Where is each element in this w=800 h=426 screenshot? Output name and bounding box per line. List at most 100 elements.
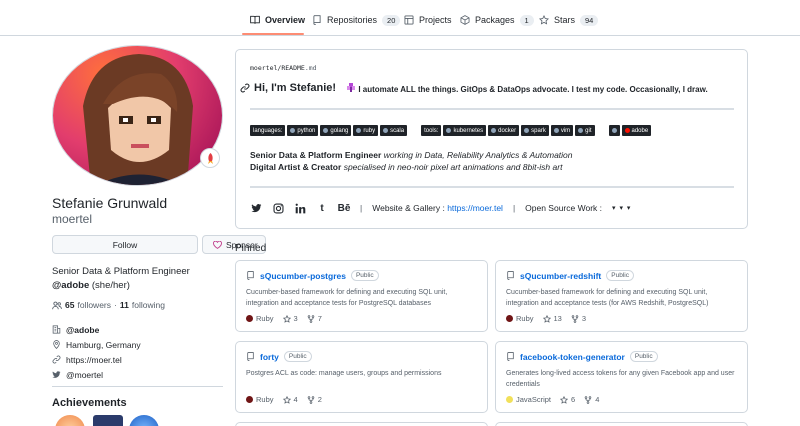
website-item: https://moer.tel bbox=[52, 352, 141, 367]
following-count[interactable]: 11 bbox=[120, 300, 129, 310]
readme-path-user[interactable]: moertel bbox=[250, 64, 277, 72]
repo-description: Cucumber-based framework for defining an… bbox=[246, 289, 448, 307]
forks-link[interactable]: 4 bbox=[584, 395, 599, 404]
tumblr-icon[interactable]: t bbox=[316, 202, 328, 214]
readme-tagline: I automate ALL the things. GitOps & Data… bbox=[358, 85, 708, 94]
tab-stars-label: Stars bbox=[554, 15, 576, 25]
pinned-repo-card[interactable] bbox=[235, 422, 488, 426]
repo-language: Ruby bbox=[516, 314, 534, 323]
website-gallery-label: Website & Gallery : bbox=[372, 203, 445, 213]
pinned-repo-card[interactable]: sQucumber-postgres Public Cucumber-based… bbox=[235, 260, 488, 332]
star-icon bbox=[542, 314, 551, 323]
location-icon bbox=[53, 340, 60, 349]
tab-overview[interactable]: Overview bbox=[250, 10, 305, 30]
role2-desc: specialised in neo-noir pixel art animat… bbox=[343, 162, 563, 172]
language-color-dot bbox=[246, 396, 253, 403]
avatar[interactable] bbox=[52, 45, 223, 186]
repo-name-link[interactable]: sQucumber-redshift bbox=[520, 271, 601, 281]
followers-count[interactable]: 65 bbox=[65, 300, 74, 310]
tab-repositories[interactable]: Repositories 20 bbox=[312, 10, 401, 30]
following-label[interactable]: following bbox=[132, 300, 165, 310]
readme-path-file[interactable]: README bbox=[281, 64, 304, 72]
repo-name-link[interactable]: forty bbox=[260, 352, 279, 362]
pinned-repo-card[interactable]: facebook-token-generator Public Generate… bbox=[495, 341, 748, 413]
at-badge bbox=[608, 125, 620, 136]
company-item: @adobe bbox=[52, 322, 141, 337]
readme-website-link[interactable]: https://moer.tel bbox=[447, 203, 503, 213]
repo-language: Ruby bbox=[256, 314, 274, 323]
spark-badge: spark bbox=[521, 125, 549, 136]
website-gallery-text: Website & Gallery : https://moer.tel bbox=[372, 203, 503, 213]
bio-pronouns: (she/her) bbox=[91, 280, 130, 291]
star-icon bbox=[282, 314, 291, 323]
python-icon bbox=[290, 128, 296, 133]
forks-link[interactable]: 3 bbox=[571, 314, 586, 323]
repo-meta: Ruby 13 3 bbox=[506, 314, 586, 323]
tab-projects-label: Projects bbox=[419, 15, 452, 25]
ruby-icon bbox=[356, 128, 362, 133]
achievement-badge[interactable] bbox=[55, 415, 85, 426]
follow-stats: 65 followers · 11 following bbox=[52, 300, 165, 310]
achievement-badge[interactable] bbox=[129, 415, 159, 426]
tab-projects[interactable]: Projects bbox=[404, 10, 452, 30]
profile-login: moertel bbox=[52, 212, 93, 226]
open-source-icons[interactable]: ▾ ▾ ▾ bbox=[612, 204, 631, 212]
achievement-badge[interactable] bbox=[93, 415, 123, 426]
twitter-link[interactable]: @moertel bbox=[66, 370, 103, 380]
pinned-repo-card[interactable]: forty Public Postgres ACL as code: manag… bbox=[235, 341, 488, 413]
profile-readme: moertel/README.md Hi, I'm Stefanie! I au… bbox=[235, 49, 748, 229]
social-separator: | bbox=[360, 203, 363, 213]
docker-badge: docker bbox=[488, 125, 520, 136]
twitter-icon[interactable] bbox=[250, 202, 262, 214]
company-link[interactable]: @adobe bbox=[66, 325, 99, 335]
repo-description: Cucumber-based framework for defining an… bbox=[506, 289, 709, 307]
language-color-dot bbox=[506, 315, 513, 322]
link-icon bbox=[52, 355, 61, 364]
stars-link[interactable]: 4 bbox=[282, 395, 298, 404]
repo-name-link[interactable]: facebook-token-generator bbox=[520, 352, 625, 362]
stars-link[interactable]: 6 bbox=[560, 395, 575, 404]
adobe-icon bbox=[624, 128, 630, 133]
stars-count: 94 bbox=[580, 14, 599, 26]
repo-icon bbox=[507, 352, 514, 361]
bio-org-mention[interactable]: @adobe bbox=[52, 280, 89, 291]
website-link[interactable]: https://moer.tel bbox=[66, 355, 122, 365]
tab-stars[interactable]: Stars 94 bbox=[539, 10, 599, 30]
spark-icon bbox=[524, 128, 530, 133]
stars-link[interactable]: 3 bbox=[282, 314, 298, 323]
linkedin-icon[interactable] bbox=[294, 202, 306, 214]
location-text: Hamburg, Germany bbox=[66, 339, 141, 350]
skill-badges: languages: python golang ruby scala tool… bbox=[250, 125, 652, 136]
git-badge: git bbox=[575, 125, 595, 136]
profile-name: Stefanie Grunwald bbox=[52, 195, 168, 211]
followers-label[interactable]: followers bbox=[77, 300, 111, 310]
forks-link[interactable]: 7 bbox=[307, 314, 322, 323]
scala-icon bbox=[383, 128, 389, 133]
package-icon bbox=[460, 15, 470, 25]
pinned-repo-card[interactable] bbox=[495, 422, 748, 426]
visibility-badge: Public bbox=[350, 270, 379, 281]
twitter-icon bbox=[52, 371, 61, 378]
tab-packages-label: Packages bbox=[475, 15, 515, 25]
stars-link[interactable]: 13 bbox=[542, 314, 562, 323]
tab-packages[interactable]: Packages 1 bbox=[460, 10, 534, 30]
adobe-badge: adobe bbox=[621, 125, 652, 136]
behance-icon[interactable]: Bē bbox=[338, 202, 351, 214]
follow-button[interactable]: Follow bbox=[52, 235, 198, 254]
instagram-icon[interactable] bbox=[272, 202, 284, 214]
dot-separator: · bbox=[114, 300, 117, 310]
achievements-title: Achievements bbox=[52, 397, 127, 409]
active-tab-underline bbox=[242, 33, 304, 35]
language-color-dot bbox=[506, 396, 513, 403]
docker-icon bbox=[491, 128, 497, 133]
repo-icon bbox=[313, 15, 321, 25]
repo-name-link[interactable]: sQucumber-postgres bbox=[260, 271, 346, 281]
language-color-dot bbox=[246, 315, 253, 322]
anchor-link-icon[interactable] bbox=[240, 83, 250, 93]
open-source-label: Open Source Work : bbox=[525, 203, 603, 213]
pinned-repo-card[interactable]: sQucumber-redshift Public Cucumber-based… bbox=[495, 260, 748, 332]
forks-link[interactable]: 2 bbox=[307, 395, 322, 404]
status-emoji-button[interactable] bbox=[200, 148, 220, 168]
repo-meta: JavaScript 6 4 bbox=[506, 395, 599, 404]
role1-desc: working in Data, Reliability Analytics &… bbox=[383, 150, 573, 160]
